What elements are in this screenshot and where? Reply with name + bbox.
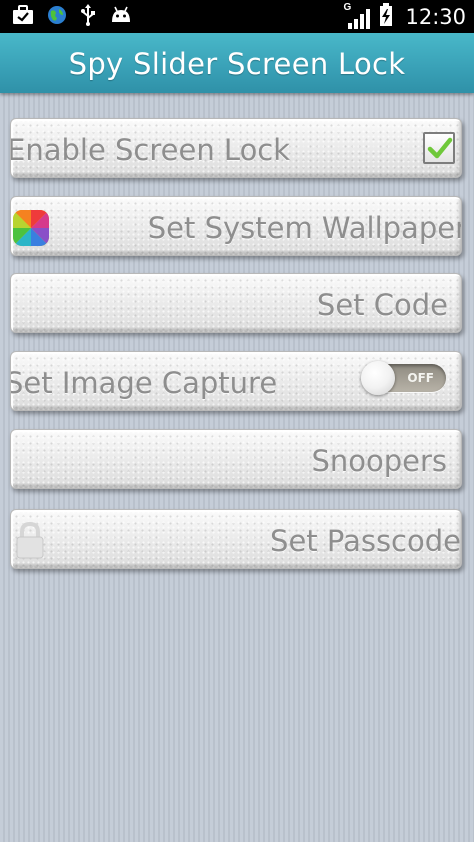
- set-passcode-item[interactable]: Set Passcode: [10, 509, 462, 569]
- app-title: Spy Slider Screen Lock: [68, 47, 406, 81]
- set-system-wallpaper-item[interactable]: Set System Wallpaper: [10, 196, 462, 256]
- system-icons: G 12:30: [343, 2, 466, 31]
- wallpaper-color-icon: [13, 210, 49, 246]
- signal-indicator: G: [343, 2, 371, 29]
- enable-screen-lock-label: Enable Screen Lock: [10, 133, 291, 167]
- globe-icon: [47, 5, 67, 29]
- set-image-capture-item[interactable]: Set Image Capture OFF: [10, 351, 462, 411]
- usb-icon: [80, 4, 96, 30]
- snoopers-item[interactable]: Snoopers: [10, 429, 462, 489]
- snoopers-label: Snoopers: [311, 444, 447, 478]
- lock-icon: [15, 521, 45, 564]
- toggle-knob[interactable]: [361, 361, 395, 395]
- enable-screen-lock-item[interactable]: Enable Screen Lock: [10, 118, 462, 178]
- signal-icon: [348, 9, 371, 29]
- battery-charging-icon: [379, 3, 393, 31]
- image-capture-toggle[interactable]: OFF: [361, 361, 446, 395]
- set-code-label: Set Code: [316, 288, 448, 322]
- notification-icons: [12, 4, 133, 30]
- app-title-bar: Spy Slider Screen Lock: [0, 33, 474, 93]
- set-passcode-label: Set Passcode: [270, 524, 461, 558]
- set-code-item[interactable]: Set Code: [10, 273, 462, 333]
- set-image-capture-label: Set Image Capture: [10, 366, 278, 400]
- checkmark-icon: [427, 137, 453, 159]
- status-bar: G 12:30: [0, 0, 474, 33]
- briefcase-check-icon: [12, 5, 34, 29]
- android-icon: [109, 6, 133, 28]
- clock: 12:30: [405, 5, 466, 29]
- toggle-state-label: OFF: [407, 371, 434, 385]
- enable-screen-lock-checkbox[interactable]: [423, 132, 455, 164]
- set-system-wallpaper-label: Set System Wallpaper: [147, 211, 462, 245]
